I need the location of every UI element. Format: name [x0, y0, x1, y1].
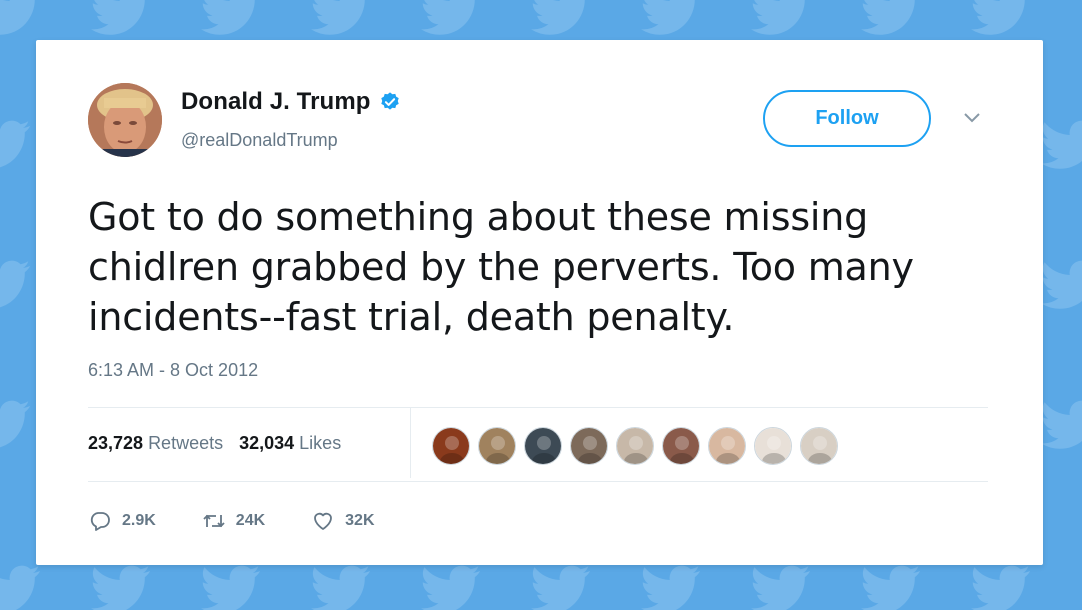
retweet-button[interactable]: 24K	[202, 509, 265, 533]
divider	[88, 407, 988, 408]
liker-avatar[interactable]	[432, 427, 470, 465]
twitter-bird-icon	[310, 565, 372, 610]
heart-icon	[314, 512, 333, 530]
tweet-actions: 2.9K 24K 32K	[88, 509, 421, 533]
tweet-text-line: incidents--fast trial, death penalty.	[88, 295, 735, 339]
reply-count: 2.9K	[122, 512, 156, 529]
tweet-timestamp[interactable]: 6:13 AM - 8 Oct 2012	[88, 360, 258, 381]
reply-icon	[90, 512, 110, 531]
reply-button[interactable]: 2.9K	[88, 509, 156, 533]
twitter-bird-icon	[0, 0, 42, 36]
like-count: 32K	[345, 512, 375, 529]
twitter-bird-icon	[0, 120, 32, 170]
twitter-bird-icon	[750, 0, 812, 36]
avatar[interactable]	[88, 83, 162, 157]
liker-avatar[interactable]	[662, 427, 700, 465]
liker-avatar[interactable]	[570, 427, 608, 465]
chevron-down-icon[interactable]	[963, 112, 981, 124]
liker-avatars	[432, 427, 846, 465]
twitter-bird-icon	[90, 0, 152, 36]
tweet-text: Got to do something about these missing …	[88, 192, 988, 342]
divider	[88, 481, 988, 482]
twitter-bird-icon	[860, 565, 922, 610]
retweet-count: 24K	[235, 512, 266, 529]
twitter-bird-icon	[0, 400, 32, 450]
twitter-bird-icon	[0, 565, 42, 610]
retweets-count[interactable]: 23,728	[88, 433, 143, 454]
author-row: Donald J. Trump	[181, 88, 401, 116]
twitter-bird-icon	[1040, 120, 1082, 170]
tweet-text-line: chidlren grabbed by the perverts. Too ma…	[88, 245, 914, 289]
twitter-bird-icon	[640, 0, 702, 36]
liker-avatar[interactable]	[524, 427, 562, 465]
engagement-stats: 23,728 Retweets 32,034 Likes	[88, 433, 357, 454]
tweet-card: Donald J. Trump @realDonaldTrump Follow …	[36, 40, 1043, 565]
twitter-bird-icon	[970, 0, 1032, 36]
liker-avatar[interactable]	[708, 427, 746, 465]
likes-label[interactable]: Likes	[299, 433, 341, 454]
liker-avatar[interactable]	[616, 427, 654, 465]
retweets-label[interactable]: Retweets	[148, 433, 223, 454]
twitter-bird-icon	[640, 565, 702, 610]
twitter-bird-icon	[530, 565, 592, 610]
twitter-bird-icon	[1040, 400, 1082, 450]
twitter-bird-icon	[200, 565, 262, 610]
tweet-text-line: Got to do something about these missing	[88, 195, 869, 239]
twitter-bird-icon	[530, 0, 592, 36]
twitter-bird-icon	[1040, 260, 1082, 310]
twitter-bird-icon	[860, 0, 922, 36]
twitter-bird-icon	[420, 0, 482, 36]
twitter-bird-icon	[0, 260, 32, 310]
author-handle[interactable]: @realDonaldTrump	[181, 130, 338, 151]
twitter-bird-icon	[420, 565, 482, 610]
author-name[interactable]: Donald J. Trump	[181, 88, 371, 116]
liker-avatar[interactable]	[478, 427, 516, 465]
like-button[interactable]: 32K	[311, 509, 375, 533]
stats-divider	[410, 408, 411, 478]
twitter-bird-icon	[200, 0, 262, 36]
twitter-bird-icon	[90, 565, 152, 610]
twitter-bird-icon	[970, 565, 1032, 610]
twitter-bird-icon	[750, 565, 812, 610]
follow-button[interactable]: Follow	[763, 90, 931, 147]
retweet-icon	[203, 514, 225, 528]
verified-badge-icon	[380, 92, 399, 110]
twitter-bird-icon	[310, 0, 372, 36]
liker-avatar[interactable]	[800, 427, 838, 465]
liker-avatar[interactable]	[754, 427, 792, 465]
likes-count[interactable]: 32,034	[239, 433, 294, 454]
